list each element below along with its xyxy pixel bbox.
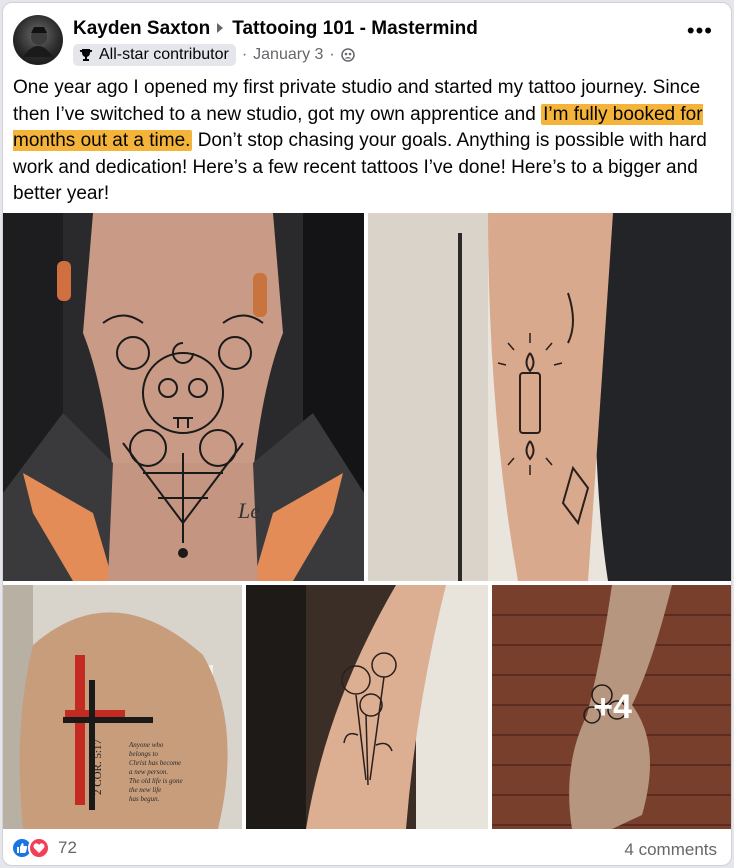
badge-label: All-star contributor: [99, 46, 229, 63]
photo-1[interactable]: Le: [3, 213, 364, 581]
author-group-line: Kayden Saxton Tattooing 101 - Mastermind: [73, 18, 478, 40]
post-text: One year ago I opened my first private s…: [13, 75, 725, 208]
neck-tattoo-image: Le: [3, 213, 364, 581]
trophy-icon: [79, 49, 93, 61]
photo-3[interactable]: 2 COR. 5:17 Anyone who belongs to Christ…: [3, 585, 242, 829]
svg-text:Anyone who: Anyone who: [128, 741, 164, 749]
svg-text:has begun.: has begun.: [129, 795, 160, 803]
more-options-icon[interactable]: •••: [687, 20, 713, 42]
scripture-ref: 2 COR. 5:17: [92, 739, 104, 795]
cross-tattoo-image: 2 COR. 5:17 Anyone who belongs to Christ…: [3, 585, 242, 829]
svg-text:The old life is gone: The old life is gone: [129, 777, 183, 785]
svg-text:a new person.: a new person.: [129, 768, 168, 776]
separator-dot: ·: [241, 46, 248, 63]
reactions-summary[interactable]: 72: [11, 837, 77, 859]
photo-5[interactable]: +4: [492, 585, 731, 829]
separator-dot: ·: [329, 46, 335, 63]
contributor-badge[interactable]: All-star contributor: [73, 44, 236, 66]
post-meta: All-star contributor · January 3 ·: [73, 44, 355, 66]
post-header: Kayden Saxton Tattooing 101 - Mastermind…: [3, 3, 731, 73]
svg-text:Le: Le: [237, 498, 260, 523]
photo-grid: Le 2 COR. 5:17 Anyone who belongs to Chr…: [3, 213, 731, 829]
group-audience-icon: [341, 48, 355, 62]
post-date[interactable]: January 3: [253, 46, 323, 64]
comments-link[interactable]: 4 comments: [624, 840, 717, 860]
love-reaction-icon: [28, 837, 50, 859]
svg-text:Christ has become: Christ has become: [129, 759, 181, 767]
photo-4[interactable]: [246, 585, 488, 829]
author-name[interactable]: Kayden Saxton: [73, 18, 210, 40]
caret-right-icon: [216, 18, 224, 40]
svg-text:belongs to: belongs to: [129, 750, 158, 758]
post-footer: 72 4 comments: [3, 831, 731, 865]
avatar-image: [23, 27, 53, 57]
more-photos-overlay[interactable]: +4: [492, 585, 731, 829]
photo-2[interactable]: [368, 213, 731, 581]
post-card: Kayden Saxton Tattooing 101 - Mastermind…: [2, 2, 732, 866]
reaction-count: 72: [58, 838, 77, 857]
group-name[interactable]: Tattooing 101 - Mastermind: [232, 18, 478, 40]
flower-tattoo-image: [246, 585, 488, 829]
candle-tattoo-image: [368, 213, 731, 581]
author-avatar[interactable]: [13, 15, 63, 65]
svg-text:the new life: the new life: [129, 786, 161, 794]
